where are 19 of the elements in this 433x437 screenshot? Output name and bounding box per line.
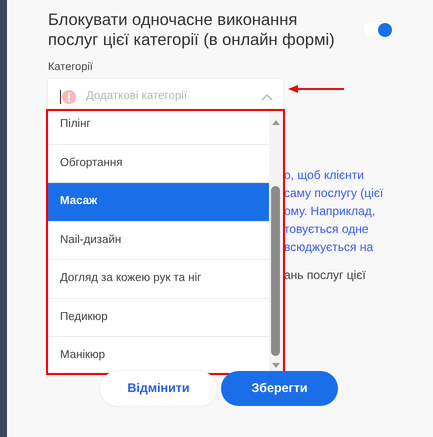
warning-icon: [62, 90, 76, 104]
description-text: ому. Наприклад,: [284, 203, 376, 220]
dropdown-option[interactable]: Масаж: [48, 183, 272, 222]
toggle-switch[interactable]: [364, 22, 390, 36]
field-label: Категорії: [48, 60, 93, 75]
arrow-annotation: [288, 85, 346, 93]
scrollbar-thumb[interactable]: [271, 186, 280, 356]
description-text: всюджується на: [284, 239, 374, 256]
setting-text: ань послуг цієї: [284, 267, 366, 284]
select-placeholder: Додаткові категорії: [86, 88, 188, 104]
description-text: саму послугу (цієї: [284, 185, 384, 202]
cancel-button[interactable]: Відмінити: [100, 371, 217, 406]
chevron-icon: [261, 92, 273, 100]
scroll-up-icon[interactable]: [272, 120, 280, 125]
scrollbar[interactable]: [269, 111, 283, 373]
save-button[interactable]: Зберегти: [221, 371, 338, 406]
setting-title: Блокувати одночасне виконання послуг цієї категорії (в онлайн формі): [48, 10, 336, 50]
scroll-down-icon[interactable]: [272, 363, 280, 368]
description-text: товується одне: [284, 221, 369, 238]
